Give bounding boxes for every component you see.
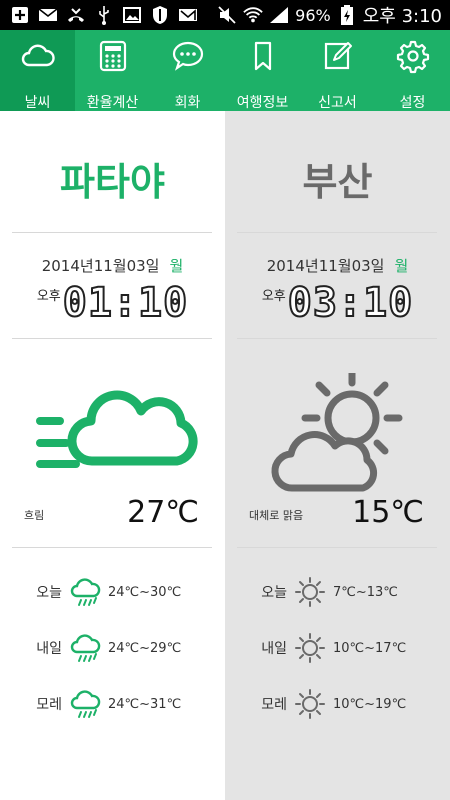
status-time: 오후 3:10: [362, 6, 442, 27]
forecast-row: 내일 10℃~17℃: [225, 631, 450, 665]
digital-clock: 오후 03:10: [225, 280, 450, 326]
bookmark-icon: [245, 38, 281, 78]
divider: [12, 232, 212, 233]
signal-icon: [269, 5, 289, 25]
windy-cloud-icon: [0, 373, 225, 483]
sun-icon: [287, 631, 333, 665]
tab-label: 여행정보: [236, 95, 289, 111]
missed-call-icon: [66, 5, 86, 25]
tab-weather[interactable]: 날씨: [0, 30, 75, 111]
shield-icon: [150, 5, 170, 25]
forecast-day: 내일: [36, 641, 62, 657]
tab-settings[interactable]: 설정: [375, 30, 450, 111]
clock-digits: 03:10: [287, 280, 414, 326]
partly-sunny-icon: [225, 367, 450, 492]
forecast-row: 모레 10℃~19℃: [225, 687, 450, 721]
tab-label: 회화: [174, 95, 201, 111]
day-of-week: 월: [394, 257, 409, 275]
forecast-row: 오늘 24℃~30℃: [0, 575, 225, 609]
day-of-week: 월: [169, 257, 184, 275]
clock-ampm: 오후: [36, 289, 61, 304]
chat-bubble-icon: [170, 38, 206, 78]
mail-icon: [38, 5, 58, 25]
tab-declaration-form[interactable]: 신고서: [300, 30, 375, 111]
edit-document-icon: [320, 38, 356, 78]
wifi-icon: [243, 5, 263, 25]
rain-cloud-icon: [62, 575, 108, 609]
divider: [12, 547, 212, 548]
gmail-icon: [178, 5, 198, 25]
mute-icon: [217, 5, 237, 25]
tab-label: 설정: [399, 95, 426, 111]
divider: [237, 547, 437, 548]
rain-cloud-icon: [62, 687, 108, 721]
forecast-day: 오늘: [36, 585, 62, 601]
gear-icon: [395, 38, 431, 78]
city-name: 파타야: [60, 160, 165, 204]
city-name: 부산: [302, 160, 373, 204]
usb-icon: [94, 5, 114, 25]
tab-bar: 날씨 환율계산 회화 여행정보 신고서 설정: [0, 30, 450, 111]
divider: [12, 338, 212, 339]
digital-clock: 오후 01:10: [0, 280, 225, 326]
tab-exchange-calculator[interactable]: 환율계산: [75, 30, 150, 111]
divider: [237, 232, 437, 233]
sun-icon: [287, 687, 333, 721]
clock-ampm: 오후: [261, 289, 286, 304]
forecast-row: 오늘 7℃~13℃: [225, 575, 450, 609]
forecast-range: 24℃~29℃: [108, 640, 182, 656]
image-icon: [122, 5, 142, 25]
forecast-day: 오늘: [261, 585, 287, 601]
status-bar: 96% 오후 3:10: [0, 0, 450, 30]
forecast-range: 10℃~19℃: [333, 696, 407, 712]
condition-label: 대체로 맑음: [249, 509, 304, 522]
rain-cloud-icon: [62, 631, 108, 665]
current-temperature: 15℃: [352, 495, 424, 530]
city-panel-busan: 부산 2014년11월03일 월 오후 03:10 대체로 맑음 15℃ 오늘 …: [225, 111, 450, 800]
sun-icon: [287, 575, 333, 609]
clock-digits: 01:10: [62, 280, 189, 326]
calculator-icon: [95, 38, 131, 78]
divider: [237, 338, 437, 339]
date-line: 2014년11월03일 월: [225, 255, 450, 276]
forecast-range: 24℃~30℃: [108, 584, 182, 600]
date-text: 2014년11월03일: [41, 257, 160, 275]
tab-label: 환율계산: [86, 95, 139, 111]
tab-label: 신고서: [318, 95, 357, 111]
forecast-range: 7℃~13℃: [333, 584, 398, 600]
forecast-range: 10℃~17℃: [333, 640, 407, 656]
battery-charging-icon: [337, 5, 357, 25]
forecast-day: 모레: [36, 697, 62, 713]
battery-percent: 96%: [295, 5, 331, 25]
city-panel-pattaya: 파타야 2014년11월03일 월 오후 01:10 흐림 27℃ 오늘 24℃…: [0, 111, 225, 800]
weather-panels: 파타야 2014년11월03일 월 오후 01:10 흐림 27℃ 오늘 24℃…: [0, 111, 450, 800]
tab-label: 날씨: [24, 95, 51, 111]
tab-travel-info[interactable]: 여행정보: [225, 30, 300, 111]
cloud-icon: [20, 38, 56, 78]
condition-label: 흐림: [24, 509, 45, 522]
forecast-day: 내일: [261, 641, 287, 657]
forecast-row: 내일 24℃~29℃: [0, 631, 225, 665]
current-temperature: 27℃: [127, 495, 199, 530]
forecast-day: 모레: [261, 697, 287, 713]
date-line: 2014년11월03일 월: [0, 255, 225, 276]
forecast-row: 모레 24℃~31℃: [0, 687, 225, 721]
add-notification-icon: [10, 5, 30, 25]
date-text: 2014년11월03일: [266, 257, 385, 275]
forecast-range: 24℃~31℃: [108, 696, 182, 712]
tab-conversation[interactable]: 회화: [150, 30, 225, 111]
